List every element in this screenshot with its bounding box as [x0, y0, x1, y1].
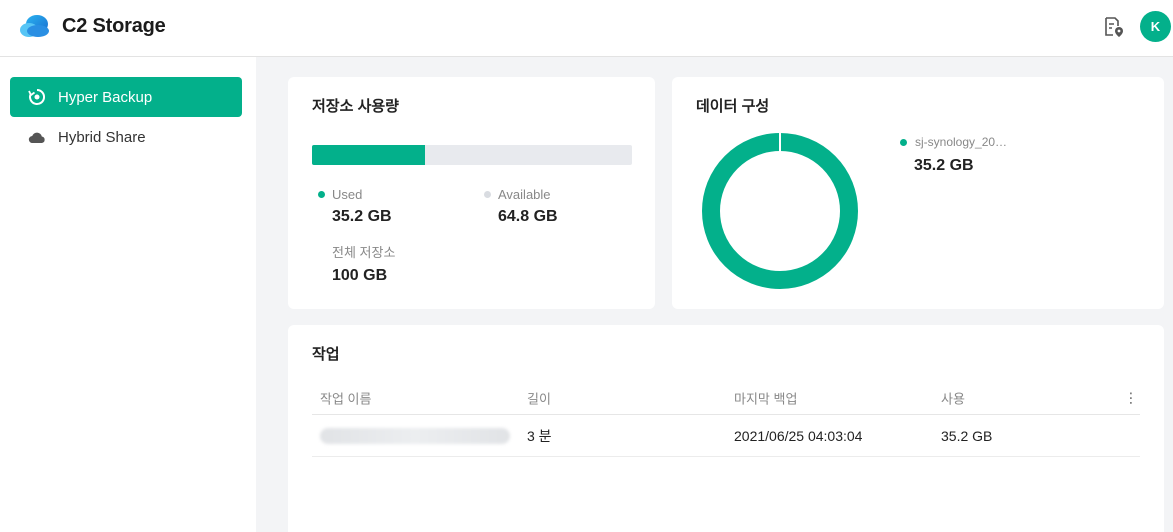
column-header-name[interactable]: 작업 이름 — [320, 388, 371, 407]
table-header: 작업 이름 길이 마지막 백업 사용 ⋮ — [312, 381, 1140, 415]
column-header-usage[interactable]: 사용 — [941, 388, 965, 407]
available-dot — [484, 191, 491, 198]
jobs-card: 작업 작업 이름 길이 마지막 백업 사용 ⋮ 3 분 2021/06/25 0… — [288, 325, 1164, 532]
storage-usage-card: 저장소 사용량 Used 35.2 GB Available 64.8 GB 전… — [288, 77, 655, 309]
usage-bar-fill — [312, 145, 425, 165]
total-label: 전체 저장소 — [332, 245, 396, 260]
job-duration: 3 분 — [527, 427, 552, 444]
sidebar-item-label: Hybrid Share — [58, 128, 146, 146]
card-title: 작업 — [312, 346, 340, 363]
sidebar-item-label: Hyper Backup — [58, 88, 153, 106]
sidebar: Hyper Backup Hybrid Share — [0, 57, 256, 532]
job-name-redacted — [320, 427, 510, 444]
card-title: 저장소 사용량 — [312, 98, 399, 115]
available-label: Available — [498, 187, 551, 202]
jobs-table: 작업 이름 길이 마지막 백업 사용 ⋮ 3 분 2021/06/25 04:0… — [312, 381, 1140, 457]
composition-donut-chart — [702, 131, 858, 289]
composition-legend: sj-synology_20… 35.2 GB — [900, 135, 1007, 175]
usage-bar — [312, 145, 632, 165]
available-value: 64.8 GB — [498, 208, 558, 225]
total-value: 100 GB — [332, 267, 388, 284]
used-stat: Used 35.2 GB — [318, 187, 392, 226]
legend-value: 35.2 GB — [914, 157, 974, 174]
cloud-logo-icon — [20, 15, 49, 37]
donut-ring — [702, 133, 858, 289]
job-usage: 35.2 GB — [941, 427, 993, 444]
app-title: C2 Storage — [62, 15, 166, 37]
location-file-icon[interactable] — [1103, 16, 1125, 38]
used-dot — [318, 191, 325, 198]
legend-dot — [900, 138, 907, 146]
sidebar-item-hyper-backup[interactable]: Hyper Backup — [10, 77, 242, 117]
table-row[interactable]: 3 분 2021/06/25 04:03:04 35.2 GB — [312, 415, 1140, 457]
data-composition-card: 데이터 구성 sj-synology_20… 35.2 GB — [672, 77, 1164, 309]
legend-label: sj-synology_20… — [915, 135, 1008, 149]
available-stat: Available 64.8 GB — [484, 187, 558, 226]
backup-icon — [28, 88, 46, 105]
user-avatar[interactable]: K — [1140, 11, 1171, 42]
cloud-icon — [28, 132, 45, 144]
column-header-duration[interactable]: 길이 — [527, 388, 551, 407]
sidebar-item-hybrid-share[interactable]: Hybrid Share — [10, 117, 242, 157]
used-value: 35.2 GB — [332, 208, 392, 225]
more-vertical-icon[interactable]: ⋮ — [1124, 389, 1138, 406]
card-title: 데이터 구성 — [696, 98, 770, 115]
used-label: Used — [332, 187, 363, 202]
top-header: C2 Storage K — [0, 0, 1173, 57]
job-last-backup: 2021/06/25 04:03:04 — [734, 427, 863, 444]
column-header-last-backup[interactable]: 마지막 백업 — [734, 388, 797, 407]
total-stat: 전체 저장소 100 GB — [332, 242, 395, 285]
